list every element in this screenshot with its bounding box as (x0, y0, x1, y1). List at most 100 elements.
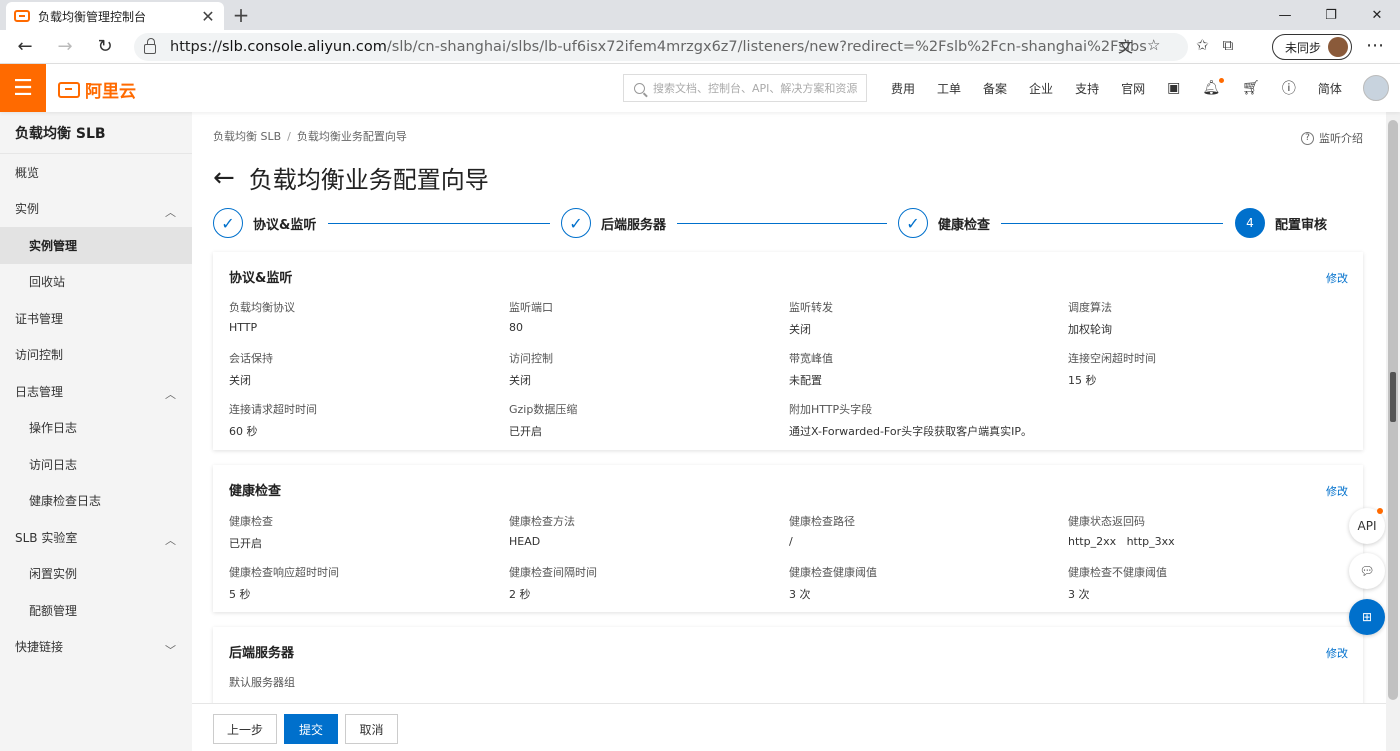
language-switch[interactable]: 简体 (1318, 80, 1342, 97)
close-tab-icon[interactable]: ✕ (200, 7, 216, 26)
nav-icp[interactable]: 备案 (983, 80, 1007, 97)
field-lb-protocol: 负载均衡协议 HTTP (229, 299, 295, 334)
favorite-star-icon[interactable]: ☆ (1147, 36, 1160, 57)
field-key: 健康状态返回码 (1068, 515, 1145, 528)
nav-tickets[interactable]: 工单 (937, 80, 961, 97)
field-idle-timeout: 连接空闲超时时间 15 秒 (1068, 350, 1156, 388)
field-health-interval: 健康检查间隔时间 2 秒 (509, 564, 597, 602)
sidebar-group-slb-lab[interactable]: SLB 实验室 ︿ (0, 519, 192, 556)
forward-icon[interactable]: → (48, 30, 82, 64)
cancel-button[interactable]: 取消 (345, 714, 398, 744)
maximize-icon[interactable]: ❐ (1308, 0, 1354, 30)
field-listen-port: 监听端口 80 (509, 299, 553, 334)
chevron-up-icon: ︿ (165, 205, 176, 219)
apps-float-button[interactable]: ⊞ (1349, 599, 1385, 635)
field-health-codes: 健康状态返回码 http_2xx http_3xx (1068, 513, 1175, 548)
sidebar-item-idle-instances[interactable]: 闲置实例 (0, 556, 192, 593)
breadcrumb-current: 负载均衡业务配置向导 (296, 130, 407, 143)
field-gzip: Gzip数据压缩 已开启 (509, 401, 577, 439)
sidebar-item-health-logs[interactable]: 健康检查日志 (0, 483, 192, 520)
card-title: 协议&监听 (229, 271, 293, 286)
field-key: 健康检查健康阈值 (789, 566, 877, 579)
check-icon: ✓ (213, 208, 243, 238)
api-float-button[interactable]: API (1349, 508, 1385, 544)
page-scrollbar[interactable] (1386, 112, 1400, 751)
minimize-icon[interactable]: — (1262, 0, 1308, 30)
sidebar-item-certificates[interactable]: 证书管理 (0, 300, 192, 337)
chat-float-button[interactable]: 💬︎ (1349, 553, 1385, 589)
sidebar-item-operation-logs[interactable]: 操作日志 (0, 410, 192, 447)
edit-backend-link[interactable]: 修改 (1326, 645, 1348, 661)
sidebar-group-quick-links[interactable]: 快捷链接 ﹀ (0, 629, 192, 666)
field-value: 关闭 (509, 374, 531, 387)
nav-fees[interactable]: 费用 (891, 80, 915, 97)
field-listen-forward: 监听转发 关闭 (789, 299, 833, 337)
search-icon (634, 82, 645, 94)
chevron-up-icon: ︿ (165, 388, 176, 401)
aliyun-logo[interactable]: 阿里云 (58, 77, 136, 102)
breadcrumb-root[interactable]: 负载均衡 SLB (213, 130, 281, 143)
nav-support[interactable]: 支持 (1075, 80, 1099, 97)
api-label: API (1357, 519, 1377, 533)
back-icon[interactable]: ← (8, 30, 42, 64)
help-icon[interactable]: ⓘ (1282, 78, 1296, 98)
sidebar-item-label: 操作日志 (29, 421, 78, 436)
step-health-check: ✓ 健康检查 (898, 208, 990, 238)
help-link-label: 监听介绍 (1319, 132, 1363, 145)
translate-icon[interactable]: 文 (1118, 36, 1133, 57)
field-key: 默认服务器组 (229, 676, 295, 689)
previous-step-button[interactable]: 上一步 (213, 714, 277, 744)
collections-icon[interactable]: ⧉ (1223, 36, 1234, 54)
sidebar-group-logs[interactable]: 日志管理 ︿ (0, 373, 192, 410)
sidebar-item-label: SLB 实验室 (15, 530, 78, 545)
browser-tab[interactable]: 负载均衡管理控制台 ✕ (6, 2, 224, 30)
sidebar-item-access-logs[interactable]: 访问日志 (0, 446, 192, 483)
page-title: ← 负载均衡业务配置向导 (213, 160, 489, 195)
sidebar: 负载均衡 SLB 概览 实例 ︿ 实例管理 回收站 证书管理 访问控制 日志管理 ︿… (0, 112, 192, 751)
field-value: 已开启 (509, 425, 542, 438)
field-key: 健康检查 (229, 515, 273, 528)
profile-sync-button[interactable]: 未同步 (1272, 34, 1352, 60)
field-value: HTTP (229, 321, 258, 334)
field-scheduling: 调度算法 加权轮询 (1068, 299, 1112, 337)
edit-listener-link[interactable]: 修改 (1326, 270, 1348, 286)
more-menu-icon[interactable]: ⋯ (1366, 35, 1384, 56)
listener-help-link[interactable]: ? 监听介绍 (1301, 130, 1363, 146)
search-placeholder: 搜索文档、控制台、API、解决方案和资源 (653, 82, 858, 95)
field-request-timeout: 连接请求超时时间 60 秒 (229, 401, 317, 439)
notification-bell-icon[interactable]: 🔔︎ (1202, 78, 1225, 96)
sidebar-group-instances[interactable]: 实例 ︿ (0, 191, 192, 228)
global-search-input[interactable]: 搜索文档、控制台、API、解决方案和资源 (623, 74, 867, 102)
step-label: 健康检查 (938, 217, 991, 233)
field-health-method: 健康检查方法 HEAD (509, 513, 575, 548)
address-toolbar: ← → ↻ https://slb.console.aliyun.com/slb… (0, 30, 1400, 64)
field-access-control: 访问控制 关闭 (509, 350, 553, 388)
field-key: 健康检查路径 (789, 515, 855, 528)
sidebar-item-recycle-bin[interactable]: 回收站 (0, 264, 192, 301)
submit-button[interactable]: 提交 (284, 714, 338, 744)
field-key: Gzip数据压缩 (509, 403, 578, 416)
sidebar-item-access-control[interactable]: 访问控制 (0, 337, 192, 374)
field-key: 连接请求超时时间 (229, 403, 317, 416)
refresh-icon[interactable]: ↻ (88, 30, 122, 64)
close-window-icon[interactable]: ✕ (1354, 0, 1400, 30)
user-avatar[interactable] (1363, 75, 1389, 101)
new-tab-button[interactable]: + (230, 3, 252, 27)
nav-enterprise[interactable]: 企业 (1029, 80, 1053, 97)
edit-health-check-link[interactable]: 修改 (1326, 483, 1348, 499)
url-field[interactable]: https://slb.console.aliyun.com/slb/cn-sh… (134, 33, 1188, 61)
sidebar-item-overview[interactable]: 概览 (0, 154, 192, 191)
sidebar-item-instance-management[interactable]: 实例管理 (0, 227, 192, 264)
field-key: 健康检查间隔时间 (509, 566, 597, 579)
sidebar-item-label: 证书管理 (15, 311, 64, 326)
browser-tabbar: 负载均衡管理控制台 ✕ + — ❐ ✕ (0, 0, 1400, 30)
hamburger-menu-icon[interactable]: ☰ (0, 64, 46, 112)
cloud-shell-icon[interactable]: ▣ (1167, 80, 1180, 96)
favorites-list-icon[interactable]: ✩ (1196, 36, 1209, 54)
sidebar-item-quota[interactable]: 配额管理 (0, 592, 192, 629)
cart-icon[interactable]: 🛒︎ (1242, 80, 1260, 96)
window-controls: — ❐ ✕ (1262, 0, 1400, 30)
back-arrow-icon[interactable]: ← (213, 163, 235, 193)
nav-official-site[interactable]: 官网 (1121, 80, 1145, 97)
console-topbar: ☰ 阿里云 搜索文档、控制台、API、解决方案和资源 费用 工单 备案 企业 支… (0, 64, 1400, 112)
